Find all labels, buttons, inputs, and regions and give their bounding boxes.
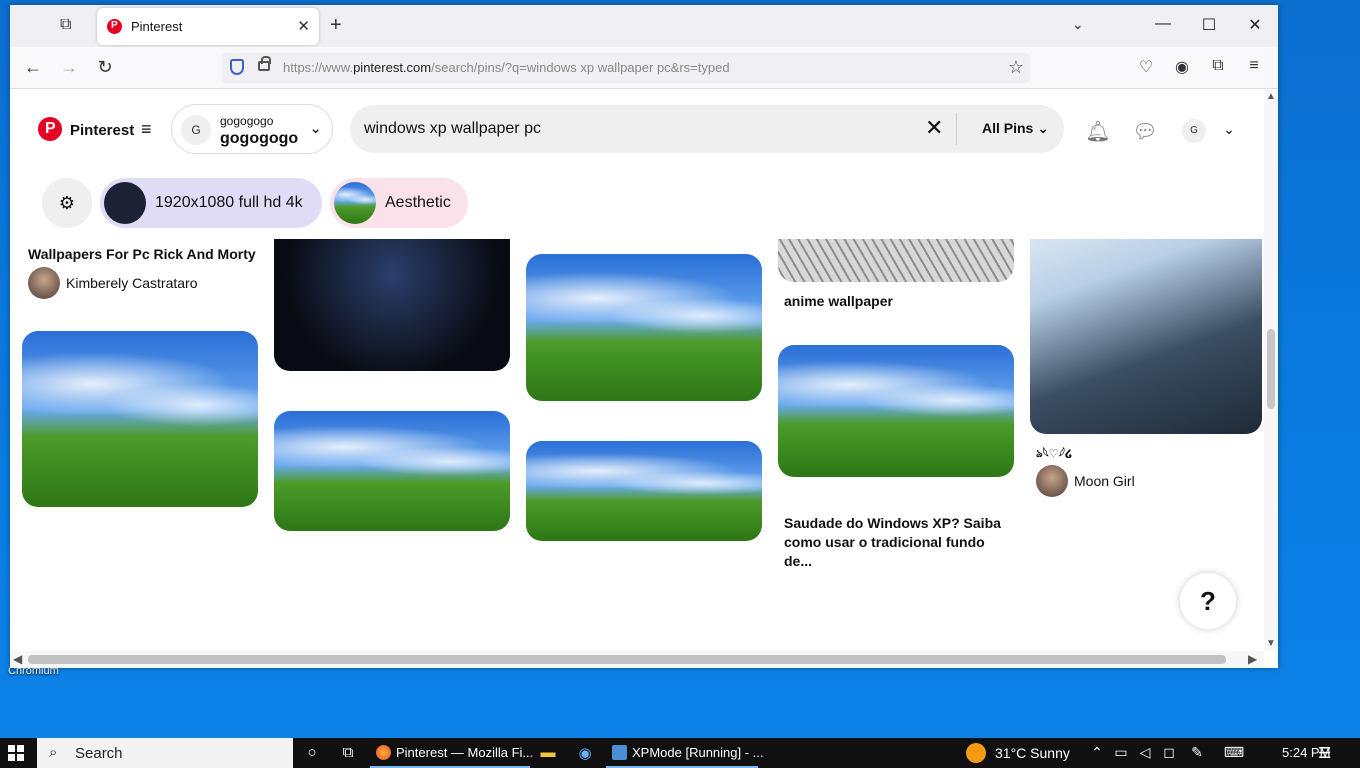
window-close-icon[interactable]: ✕: [1245, 15, 1265, 35]
pinterest-header: Pinterest ≡ G gogogogo gogogogo ⌄ ✕ All …: [10, 89, 1264, 239]
tab-list-icon[interactable]: ⧉: [60, 16, 80, 36]
extensions-icon[interactable]: ⧉: [1208, 57, 1228, 75]
network-icon[interactable]: ▭: [1112, 744, 1130, 761]
chip-label: 1920x1080 full hd 4k: [155, 194, 303, 211]
maximize-icon[interactable]: ☐: [1199, 15, 1219, 35]
search-input[interactable]: [364, 115, 904, 143]
pinterest-favicon-icon: [107, 19, 122, 34]
scrollbar-thumb[interactable]: [28, 655, 1226, 664]
list-all-tabs-icon[interactable]: ⌄: [1072, 16, 1084, 33]
horizontal-scrollbar[interactable]: ◀ ▶: [10, 651, 1264, 668]
url-text[interactable]: https://www.pinterest.com/search/pins/?q…: [283, 60, 730, 75]
chip-aesthetic[interactable]: Aesthetic: [330, 178, 468, 228]
scroll-down-icon[interactable]: ▼: [1266, 638, 1276, 649]
file-explorer-icon[interactable]: ▬: [538, 744, 558, 761]
taskbar-app-label: XPMode [Running] - ...: [632, 745, 764, 760]
account-chevron-icon[interactable]: ⌄: [1216, 121, 1242, 138]
search-settings-icon[interactable]: ⚙: [42, 178, 92, 228]
weather-text: 31°C Sunny: [995, 745, 1070, 761]
scroll-left-icon[interactable]: ◀: [13, 652, 22, 666]
search-divider: [956, 113, 957, 145]
volume-muted-icon[interactable]: ◁: [1136, 744, 1154, 761]
pen-icon[interactable]: ✎: [1188, 744, 1206, 761]
chip-label: Aesthetic: [385, 194, 451, 211]
lock-icon[interactable]: [258, 56, 271, 71]
pin-image[interactable]: [274, 411, 510, 531]
pin-title[interactable]: Wallpapers For Pc Rick And Morty: [28, 245, 268, 264]
chevron-up-icon[interactable]: ⌃: [1088, 744, 1106, 761]
taskbar-search-label: Search: [75, 745, 123, 762]
tab-bar: ⧉ Pinterest ✕ + ⌄ — ☐ ✕: [10, 5, 1278, 47]
address-bar[interactable]: https://www.pinterest.com/search/pins/?q…: [222, 53, 1030, 83]
hamburger-menu-icon[interactable]: ≡: [141, 119, 152, 140]
pinterest-logo-icon[interactable]: [38, 117, 62, 141]
sun-icon: [966, 743, 986, 763]
brand-name[interactable]: Pinterest: [70, 122, 134, 139]
notifications-bell-icon[interactable]: 🔔︎: [1085, 119, 1111, 144]
account-name: gogogogo: [220, 130, 299, 147]
account-switcher[interactable]: G gogogogo gogogogo ⌄: [171, 104, 333, 154]
avatar[interactable]: [28, 267, 60, 299]
pin-user[interactable]: Moon Girl: [1074, 473, 1135, 489]
bookmark-star-icon[interactable]: ☆: [1008, 57, 1024, 78]
taskbar: ⌕ Search ○ ⧉ Pinterest — Mozilla Fi... ▬…: [0, 738, 1360, 768]
pin-title[interactable]: Saudade do Windows XP? Saiba como usar o…: [784, 514, 1014, 571]
pin-image[interactable]: [526, 254, 762, 401]
browser-window: ⧉ Pinterest ✕ + ⌄ — ☐ ✕ ← → ↻ https://ww…: [10, 5, 1278, 668]
chromium-icon[interactable]: ◉: [575, 744, 595, 762]
tab-title: Pinterest: [131, 19, 183, 34]
pin-user[interactable]: Kimberely Castrataro: [66, 275, 198, 291]
search-icon: ⌕: [49, 744, 58, 761]
virtualbox-icon: [612, 745, 627, 760]
pin-image[interactable]: [22, 331, 258, 507]
scroll-up-icon[interactable]: ▲: [1266, 91, 1276, 102]
pinterest-page: Pinterest ≡ G gogogogo gogogogo ⌄ ✕ All …: [10, 89, 1264, 651]
account-handle: gogogogo: [220, 114, 274, 128]
task-view-icon[interactable]: ⧉: [338, 744, 358, 761]
scroll-right-icon[interactable]: ▶: [1248, 652, 1257, 666]
nav-bar: ← → ↻ https://www.pinterest.com/search/p…: [10, 47, 1278, 89]
search-bar: ✕ All Pins ⌄: [350, 105, 1064, 153]
avatar[interactable]: [1036, 465, 1068, 497]
tab-pinterest[interactable]: Pinterest ✕: [97, 8, 319, 45]
messages-icon[interactable]: 💬︎: [1132, 119, 1158, 144]
pocket-icon[interactable]: ♡: [1136, 57, 1156, 77]
filter-dropdown[interactable]: All Pins ⌄: [982, 120, 1049, 137]
help-button[interactable]: ?: [1180, 573, 1236, 629]
back-icon[interactable]: ←: [22, 57, 44, 78]
taskbar-app-firefox[interactable]: Pinterest — Mozilla Fi...: [370, 738, 534, 768]
new-tab-icon[interactable]: +: [330, 14, 342, 37]
chip-1920x1080[interactable]: 1920x1080 full hd 4k: [100, 178, 322, 228]
notifications-icon[interactable]: ☰: [1318, 744, 1331, 762]
menu-icon[interactable]: ≡: [1244, 57, 1264, 75]
display-icon[interactable]: ◻: [1160, 744, 1178, 761]
reload-icon[interactable]: ↻: [94, 57, 116, 78]
cortana-icon[interactable]: ○: [302, 744, 322, 761]
avatar: G: [181, 115, 211, 145]
scrollbar-thumb[interactable]: [1267, 329, 1275, 409]
forward-icon[interactable]: →: [58, 57, 80, 78]
header-avatar[interactable]: G: [1182, 119, 1206, 143]
start-windows-icon[interactable]: [8, 745, 24, 761]
tracking-shield-icon[interactable]: [230, 59, 244, 75]
minimize-icon[interactable]: —: [1153, 15, 1173, 33]
account-icon[interactable]: ◉: [1172, 57, 1192, 77]
pin-image[interactable]: [526, 441, 762, 541]
taskbar-app-label: Pinterest — Mozilla Fi...: [396, 745, 534, 760]
chip-thumbnail: [104, 182, 146, 224]
taskbar-app-xpmode[interactable]: XPMode [Running] - ...: [606, 738, 764, 768]
keyboard-icon[interactable]: ⌨: [1222, 744, 1246, 761]
tab-close-icon[interactable]: ✕: [297, 17, 310, 35]
pin-title[interactable]: anime wallpaper: [784, 292, 1014, 311]
pin-title[interactable]: ঌ𓆩♡𓆪໒: [1036, 445, 1256, 464]
clear-search-icon[interactable]: ✕: [925, 115, 943, 141]
chip-thumbnail: [334, 182, 376, 224]
vertical-scrollbar[interactable]: ▲ ▼: [1264, 89, 1278, 651]
chevron-down-icon: ⌄: [309, 120, 322, 137]
pin-image[interactable]: [778, 345, 1014, 477]
taskbar-search[interactable]: ⌕ Search: [37, 738, 293, 768]
firefox-icon: [376, 745, 391, 760]
